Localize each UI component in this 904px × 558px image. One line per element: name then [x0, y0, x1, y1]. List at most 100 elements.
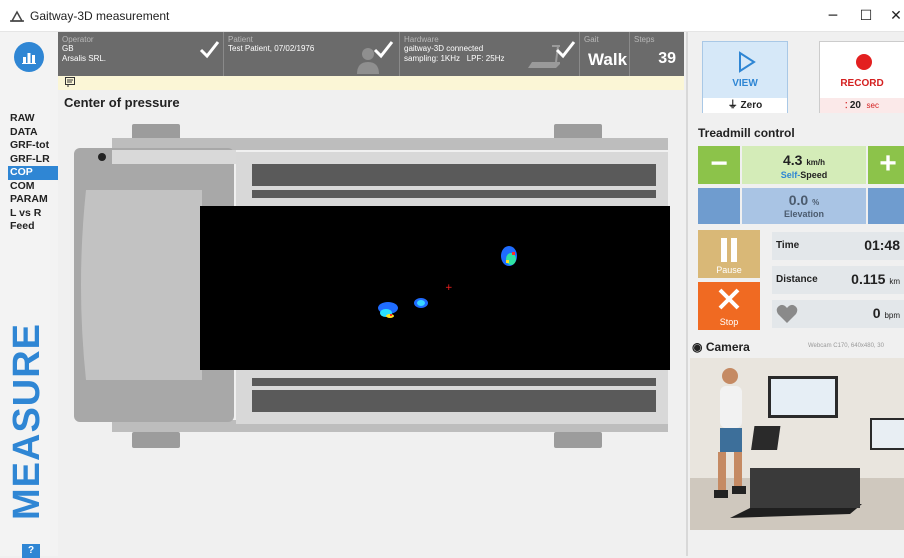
note-icon — [65, 77, 75, 87]
operator-label: Operator — [62, 35, 94, 44]
radio-icon[interactable]: ◉ — [692, 340, 706, 354]
camera-image — [690, 358, 904, 530]
steps-value: 39 — [658, 50, 676, 67]
nav-item-grf-tot[interactable]: GRF-tot — [8, 139, 58, 153]
heart-rate-display: 0 bpm — [772, 300, 904, 328]
speed-label: Speed — [800, 170, 828, 180]
session-header: Operator GB Arsalis SRL. Patient Test Pa… — [58, 32, 684, 76]
pause-button[interactable]: Pause — [698, 230, 760, 278]
record-button[interactable]: RECORD ⁚ 20 sec — [819, 41, 904, 113]
zero-button[interactable]: ⏚ Zero — [703, 98, 787, 113]
elevation-value: 0.0 — [788, 192, 809, 208]
speed-value: 4.3 — [782, 152, 803, 168]
record-label: RECORD — [840, 78, 884, 89]
mount-bottom-left — [132, 432, 180, 448]
operator-value: GB Arsalis SRL. — [62, 44, 107, 63]
speed-unit: km/h — [806, 158, 826, 167]
gait-cell: Gait Walk — [580, 32, 630, 76]
app-logo-button[interactable] — [14, 42, 44, 72]
nav-item-data[interactable]: DATA — [8, 126, 58, 140]
heart-rate-unit: bpm — [884, 311, 900, 320]
elevation-display: 0.0 % Elevation — [742, 188, 866, 224]
nav-item-feed[interactable]: Feed — [8, 220, 58, 234]
camera-title[interactable]: ◉ Camera — [692, 340, 750, 354]
self-speed-toggle[interactable]: Self- — [781, 170, 801, 180]
elevation-label: Elevation — [783, 209, 824, 219]
mount-top-left — [132, 124, 180, 140]
check-icon — [373, 41, 394, 59]
hardware-value: gaitway-3D connected sampling: 1KHz LPF:… — [404, 44, 505, 63]
treadmill-cop-view: + — [74, 124, 670, 448]
left-sidebar: RAW DATA GRF-tot GRF-LR COP COM PARAM L … — [0, 32, 58, 558]
record-duration[interactable]: ⁚ 20 sec — [820, 98, 904, 113]
view-label: VIEW — [732, 78, 758, 89]
mount-top-right — [554, 124, 602, 140]
stop-x-icon — [718, 288, 740, 310]
nav-item-cop[interactable]: COP — [8, 166, 58, 180]
title-bar: Gaitway-3D measurement ─ ☐ ✕ — [0, 0, 904, 32]
stop-label: Stop — [719, 317, 739, 327]
close-button[interactable]: ✕ — [886, 6, 904, 26]
gait-value: Walk — [588, 50, 628, 69]
record-time-unit: sec — [866, 101, 879, 110]
record-time-value: 20 — [849, 100, 861, 111]
gait-label: Gait — [584, 35, 599, 44]
page-title: Center of pressure — [64, 95, 180, 110]
view-button[interactable]: VIEW ⏚ Zero — [702, 41, 788, 113]
housing-top-plate — [112, 150, 236, 164]
bar-chart-icon — [22, 53, 36, 64]
speed-decrease-button[interactable]: − — [698, 146, 740, 184]
nav-item-grf-lr[interactable]: GRF-LR — [8, 153, 58, 167]
time-display: Time 01:48 — [772, 232, 904, 260]
elevation-decrease-button[interactable] — [698, 188, 740, 224]
time-value: 01:48 — [864, 237, 900, 253]
window-title: Gaitway-3D measurement — [30, 9, 170, 23]
speed-display: 4.3 km/h Self-Speed — [742, 146, 866, 184]
pause-label: Pause — [716, 265, 742, 275]
play-icon — [739, 51, 756, 73]
treadmill-belt — [200, 206, 670, 370]
stop-button[interactable]: Stop — [698, 282, 760, 330]
minimize-button[interactable]: ─ — [823, 6, 843, 26]
check-icon — [555, 41, 576, 59]
elevation-unit: % — [812, 198, 820, 207]
camera-feed — [690, 358, 904, 530]
nav-item-l-vs-r[interactable]: L vs R — [8, 207, 58, 221]
pause-icon — [721, 238, 737, 262]
distance-unit: km — [889, 277, 900, 286]
patient-cell[interactable]: Patient Test Patient, 07/02/1976 — [224, 32, 400, 76]
mode-label: MEASURE — [6, 322, 48, 520]
cop-center-marker: + — [445, 283, 453, 293]
app-icon — [10, 10, 24, 22]
patient-label: Patient — [228, 35, 253, 44]
camera-title-label: Camera — [705, 340, 750, 354]
nav-list: RAW DATA GRF-tot GRF-LR COP COM PARAM L … — [8, 112, 58, 234]
distance-value: 0.115 — [851, 271, 886, 287]
speed-increase-button[interactable]: + — [868, 146, 904, 184]
roller-cover — [81, 190, 202, 380]
distance-label: Distance — [776, 274, 818, 285]
note-bar[interactable] — [58, 76, 684, 90]
elevation-increase-button[interactable] — [868, 188, 904, 224]
zero-icon: ⏚ — [727, 100, 741, 111]
steps-label: Steps — [634, 35, 655, 44]
record-icon — [856, 54, 872, 70]
camera-info: Webcam C170, 640x480, 30 — [808, 343, 884, 349]
patient-value: Test Patient, 07/02/1976 — [228, 44, 315, 53]
nav-item-raw[interactable]: RAW — [8, 112, 58, 126]
time-label: Time — [776, 240, 800, 251]
nav-item-param[interactable]: PARAM — [8, 193, 58, 207]
hardware-cell[interactable]: Hardware gaitway-3D connected sampling: … — [400, 32, 580, 76]
zero-label: Zero — [740, 100, 763, 111]
maximize-button[interactable]: ☐ — [856, 6, 876, 26]
distance-display: Distance 0.115 km — [772, 266, 904, 294]
check-icon — [199, 41, 220, 59]
treadmill-control-title: Treadmill control — [698, 126, 795, 140]
hardware-label: Hardware — [404, 35, 439, 44]
nav-item-com[interactable]: COM — [8, 180, 58, 194]
steps-cell: Steps 39 — [630, 32, 684, 76]
mount-bottom-right — [554, 432, 602, 448]
heart-rate-value: 0 — [872, 305, 881, 321]
right-panel: VIEW ⏚ Zero RECORD ⁚ 20 sec Treadmill co… — [686, 32, 904, 556]
operator-cell[interactable]: Operator GB Arsalis SRL. — [58, 32, 224, 76]
